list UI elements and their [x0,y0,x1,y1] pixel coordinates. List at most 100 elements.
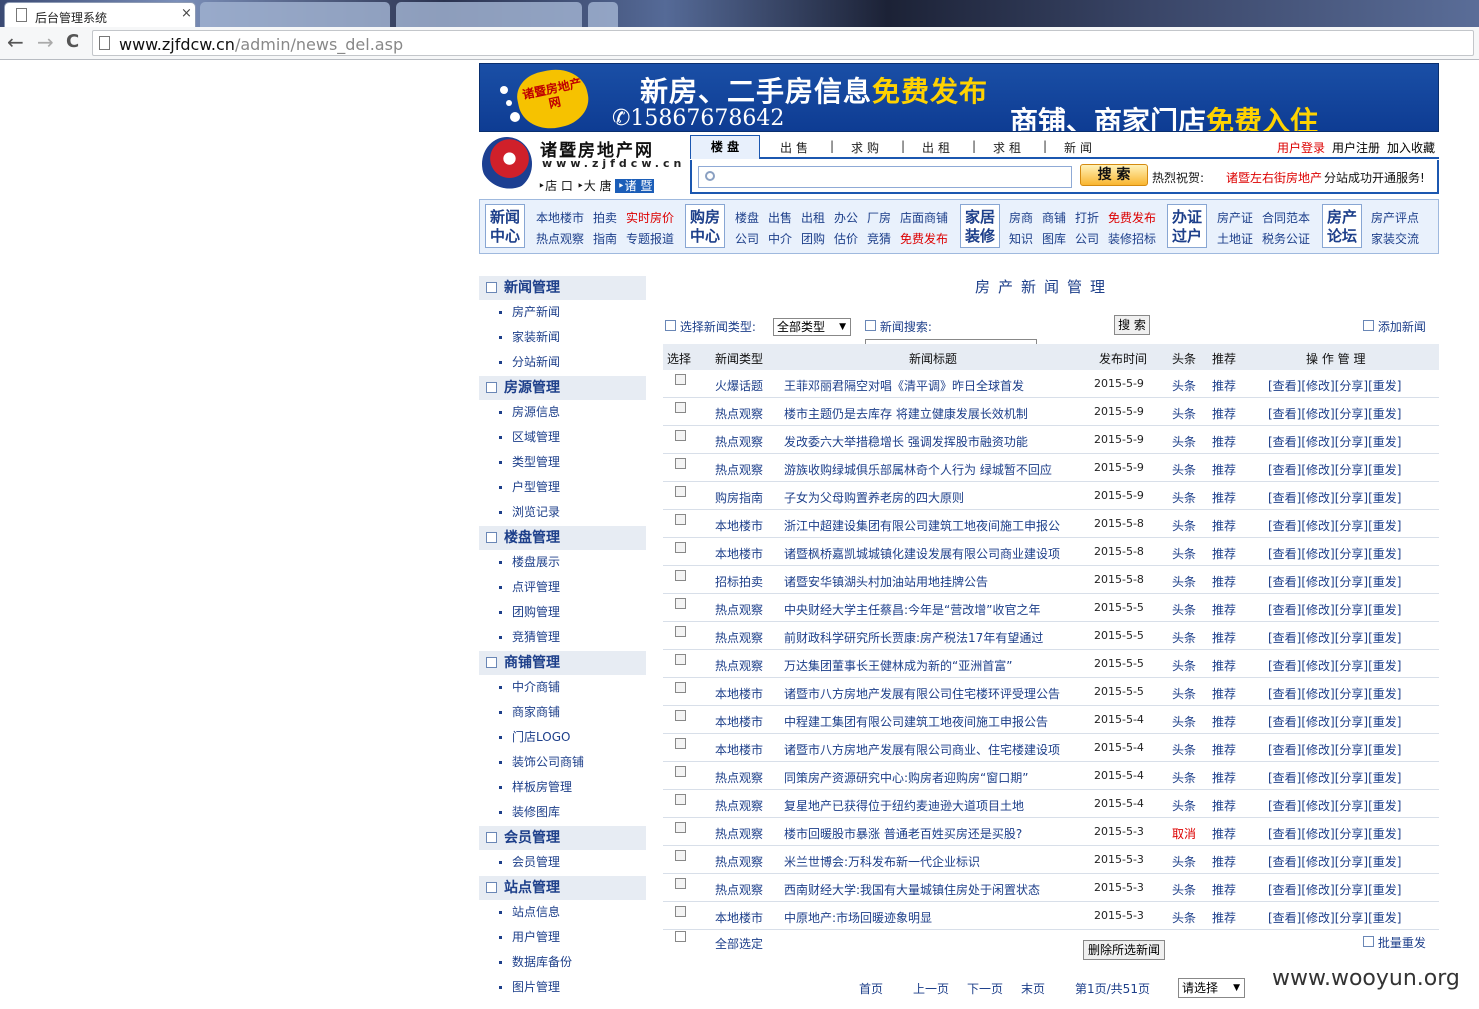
cat-link[interactable]: 房产评点 [1371,209,1419,226]
recommend-toggle-link[interactable]: 推荐 [1212,601,1236,618]
pager-first[interactable]: 首页 [859,980,883,997]
row-actions-links[interactable]: [查看][修改][分享][重发] [1268,741,1401,758]
tab-qiugou[interactable]: 求购 [851,139,883,156]
row-actions-links[interactable]: [查看][修改][分享][重发] [1268,433,1401,450]
cat-link[interactable]: 厂房 [867,209,891,226]
row-actions-links[interactable]: [查看][修改][分享][重发] [1268,545,1401,562]
news-type-select[interactable]: 全部类型 ▼ [773,318,851,336]
delete-selected-button[interactable]: 删除所选新闻 [1083,940,1165,960]
sidebar-item[interactable]: 样板房管理 [479,775,646,800]
recommend-toggle-link[interactable]: 推荐 [1212,517,1236,534]
recommend-toggle-link[interactable]: 推荐 [1212,545,1236,562]
sidebar-item[interactable]: 分站新闻 [479,350,646,375]
row-checkbox[interactable] [675,766,686,777]
recommend-toggle-link[interactable]: 推荐 [1212,685,1236,702]
cat-link[interactable]: 合同范本 [1262,209,1310,226]
row-actions-links[interactable]: [查看][修改][分享][重发] [1268,825,1401,842]
headline-toggle-link[interactable]: 头条 [1172,853,1196,870]
cat-link[interactable]: 免费发布 [900,230,948,247]
sidebar-item[interactable]: 竞猜管理 [479,625,646,650]
row-actions-links[interactable]: [查看][修改][分享][重发] [1268,769,1401,786]
sidebar-item[interactable]: 数据库备份 [479,950,646,975]
headline-toggle-link[interactable]: 头条 [1172,405,1196,422]
recommend-toggle-link[interactable]: 推荐 [1212,713,1236,730]
sidebar-section-site[interactable]: 站点管理 [479,876,646,900]
row-checkbox[interactable] [675,794,686,805]
row-checkbox[interactable] [675,906,686,917]
headline-toggle-link[interactable]: 头条 [1172,461,1196,478]
row-actions-links[interactable]: [查看][修改][分享][重发] [1268,573,1401,590]
recommend-toggle-link[interactable]: 推荐 [1212,909,1236,926]
row-actions-links[interactable]: [查看][修改][分享][重发] [1268,657,1401,674]
site-search-input[interactable] [698,166,1072,188]
pager-next[interactable]: 下一页 [967,980,1003,997]
cat-link[interactable]: 出售 [768,209,792,226]
news-search-button[interactable]: 搜 索 [1114,315,1150,335]
sidebar-item[interactable]: 装饰公司商铺 [479,750,646,775]
row-checkbox[interactable] [675,514,686,525]
cat-link[interactable]: 本地楼市 [536,209,584,226]
recommend-toggle-link[interactable]: 推荐 [1212,433,1236,450]
cat-decoration[interactable]: 家居装修 [960,204,1000,248]
site-logo[interactable]: 诸暨房地产网 www.zjfdcw.cn ‣店 口 ‣大 唐 ‣诸 暨 [480,135,681,195]
row-actions-links[interactable]: [查看][修改][分享][重发] [1268,797,1401,814]
row-checkbox[interactable] [675,626,686,637]
cat-link[interactable]: 估价 [834,230,858,247]
cat-link[interactable]: 知识 [1009,230,1033,247]
cat-link[interactable]: 免费发布 [1108,209,1156,226]
pager-last[interactable]: 末页 [1021,980,1045,997]
sidebar-item[interactable]: 房产新闻 [479,300,646,325]
sidebar-item[interactable]: 用户管理 [479,925,646,950]
headline-toggle-link[interactable]: 头条 [1172,909,1196,926]
row-checkbox[interactable] [675,486,686,497]
forward-arrow-icon[interactable]: → [37,32,54,52]
row-checkbox[interactable] [675,374,686,385]
cat-link[interactable]: 专题报道 [626,230,674,247]
site-branch-active[interactable]: ‣诸 暨 [615,179,655,193]
tab-qiuzu[interactable]: 求租 [993,139,1025,156]
favorite-link[interactable]: 加入收藏 [1387,139,1435,156]
recommend-toggle-link[interactable]: 推荐 [1212,853,1236,870]
cat-link[interactable]: 实时房价 [626,209,674,226]
row-actions-links[interactable]: [查看][修改][分享][重发] [1268,713,1401,730]
sidebar-section-members[interactable]: 会员管理 [479,826,646,850]
cat-link[interactable]: 办公 [834,209,858,226]
headline-toggle-link[interactable]: 头条 [1172,573,1196,590]
add-news-link[interactable]: 添加新闻 [1363,318,1426,335]
sidebar-item[interactable]: 类型管理 [479,450,646,475]
headline-toggle-link[interactable]: 头条 [1172,433,1196,450]
cat-link[interactable]: 竞猜 [867,230,891,247]
cat-certificates[interactable]: 办证过户 [1167,204,1207,248]
row-actions-links[interactable]: [查看][修改][分享][重发] [1268,517,1401,534]
cat-link[interactable]: 公司 [735,230,759,247]
sidebar-section-shops[interactable]: 商铺管理 [479,651,646,675]
row-actions-links[interactable]: [查看][修改][分享][重发] [1268,489,1401,506]
pager-prev[interactable]: 上一页 [913,980,949,997]
tab-chushou[interactable]: 出售 [780,139,812,156]
select-all-checkbox[interactable] [675,931,686,942]
sidebar-item[interactable]: 会员管理 [479,850,646,875]
new-tab-button[interactable] [588,2,618,27]
browser-tab-inactive[interactable] [200,2,390,27]
cat-news-center[interactable]: 新闻中心 [485,204,525,248]
row-checkbox[interactable] [675,738,686,749]
cat-link[interactable]: 店面商铺 [900,209,948,226]
cat-link[interactable]: 楼盘 [735,209,759,226]
sidebar-item[interactable]: 门店LOGO [479,725,646,750]
row-checkbox[interactable] [675,542,686,553]
cat-link[interactable]: 商铺 [1042,209,1066,226]
cat-link[interactable]: 指南 [593,230,617,247]
sidebar-item[interactable]: 商家商铺 [479,700,646,725]
browser-tab-active[interactable]: 后台管理系统 × [4,2,196,27]
recommend-toggle-link[interactable]: 推荐 [1212,489,1236,506]
cat-link[interactable]: 中介 [768,230,792,247]
sidebar-item[interactable]: 图片管理 [479,975,646,1000]
site-search-button[interactable]: 搜 索 [1080,164,1148,186]
headline-toggle-link[interactable]: 头条 [1172,517,1196,534]
cat-link[interactable]: 土地证 [1217,230,1253,247]
row-checkbox[interactable] [675,458,686,469]
close-icon[interactable]: × [181,6,192,21]
recommend-toggle-link[interactable]: 推荐 [1212,769,1236,786]
recommend-toggle-link[interactable]: 推荐 [1212,797,1236,814]
sidebar-item[interactable]: 房源信息 [479,400,646,425]
